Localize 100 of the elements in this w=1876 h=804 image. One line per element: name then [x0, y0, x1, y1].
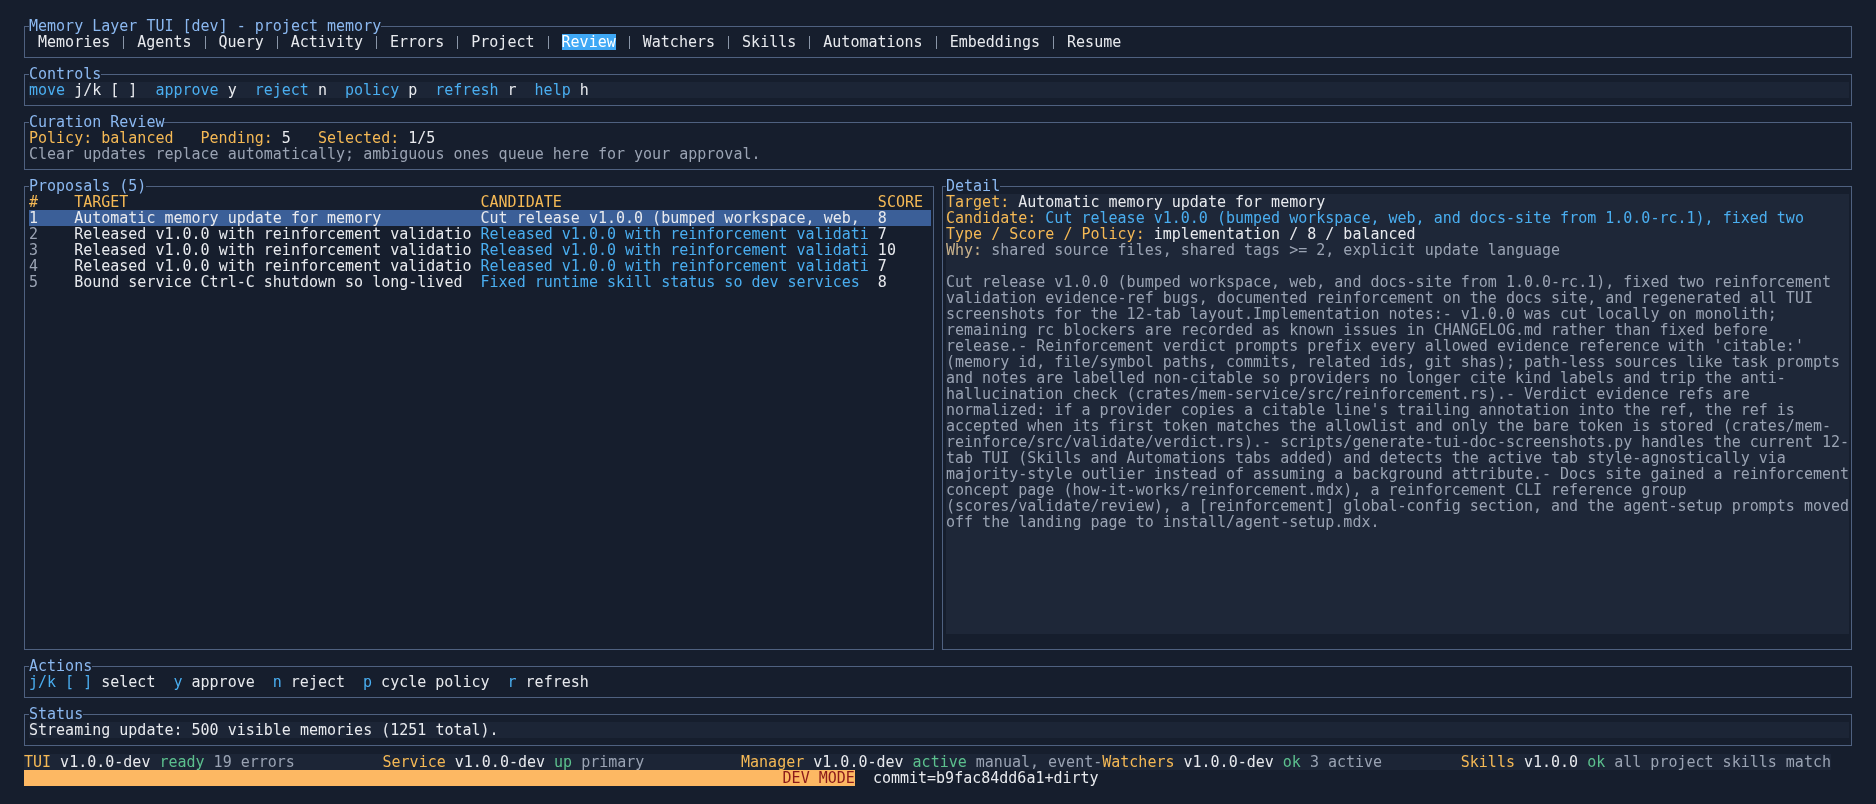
- action-label: approve: [191, 673, 255, 691]
- service-version: v1.0.0-dev: [813, 754, 904, 770]
- commit-text: commit=b9fac84dd6a1+dirty: [872, 770, 1099, 786]
- table-cell-text: Released v1.0.0 with reinforcement validati: [480, 242, 870, 258]
- table-cell-text: Released v1.0.0 with reinforcement validatio: [74, 226, 473, 242]
- service-state: ready: [159, 754, 205, 770]
- tab[interactable]: Activity: [290, 34, 363, 50]
- panel-title: Detail: [946, 179, 1001, 194]
- service-note: manual, event-: [975, 754, 1103, 770]
- service-name: Manager: [741, 754, 805, 770]
- service-name: Watchers: [1102, 754, 1175, 770]
- table-cell-text: 1: [29, 210, 40, 226]
- detail-value: Cut release v1.0.0 (bumped workspace, web, and docs-site from 1.0.0-rc.1), fixed two: [1045, 209, 1804, 227]
- tab[interactable]: Skills: [742, 34, 797, 50]
- panel-title: Controls: [29, 66, 102, 82]
- column-header: TARGET: [74, 194, 129, 210]
- stat-label: Pending:: [200, 129, 273, 147]
- action-key: n: [272, 673, 282, 691]
- panel-title: Curation Review: [29, 114, 165, 130]
- action-key: y: [173, 673, 183, 691]
- proposal-row[interactable]: 4 Released v1.0.0 with reinforcement validatio Released v1.0.0 with reinforcement validati 7: [29, 258, 931, 274]
- table-cell-text: Released v1.0.0 with reinforcement validatio: [74, 258, 473, 274]
- service-version: v1.0.0-dev: [60, 754, 151, 770]
- service-name: TUI: [24, 754, 52, 770]
- table-cell-text: 2: [29, 226, 40, 242]
- table-cell-text: 8: [877, 274, 888, 290]
- control-key: h: [579, 81, 589, 99]
- detail-value: shared source files, shared tags >= 2, explicit update language: [990, 241, 1561, 259]
- stat-value: 1/5: [408, 129, 436, 147]
- table-cell-text: 3: [29, 242, 40, 258]
- control-key: j/k [ ]: [74, 81, 138, 99]
- tab[interactable]: Resume: [1067, 34, 1122, 50]
- table-cell-text: 10: [877, 242, 897, 258]
- table-cell-text: 8: [877, 210, 888, 226]
- service-note: 3 active: [1309, 754, 1383, 770]
- tab[interactable]: Agents: [137, 34, 192, 50]
- detail-label: Target:: [946, 193, 1010, 211]
- proposal-row[interactable]: 2 Released v1.0.0 with reinforcement validatio Released v1.0.0 with reinforcement validati 7: [29, 226, 931, 242]
- tab[interactable]: Embeddings: [949, 34, 1040, 50]
- table-cell-text: 7: [877, 226, 888, 242]
- service-name: Skills: [1460, 754, 1515, 770]
- dev-mode-badge: DEV MODE: [24, 770, 855, 786]
- table-cell-text: Released v1.0.0 with reinforcement validati: [480, 258, 870, 274]
- stat-label: Selected:: [317, 129, 400, 147]
- action-label: select: [101, 673, 156, 691]
- control-action: approve: [155, 81, 219, 99]
- table-cell-text: Fixed runtime skill status so dev services: [480, 274, 861, 290]
- service-version: v1.0.0-dev: [1183, 754, 1274, 770]
- table-cell-text: Bound service Ctrl-C shutdown so long-lived: [74, 274, 464, 290]
- column-header: SCORE: [877, 194, 924, 210]
- proposal-row[interactable]: 1 Automatic memory update for memory Cut release v1.0.0 (bumped workspace, web, 8: [29, 210, 931, 226]
- detail-value: Automatic memory update for memory: [1018, 193, 1326, 211]
- panel-title: Status: [29, 706, 84, 722]
- control-key: r: [507, 81, 517, 99]
- table-cell-text: Released v1.0.0 with reinforcement validati: [480, 226, 870, 242]
- column-header: CANDIDATE: [480, 194, 563, 210]
- stat-label: Policy:: [29, 129, 93, 147]
- table-cell-text: 4: [29, 258, 40, 274]
- control-action: reject: [254, 81, 309, 99]
- proposal-row[interactable]: 3 Released v1.0.0 with reinforcement validatio Released v1.0.0 with reinforcement validati 10: [29, 242, 931, 258]
- action-key: p: [363, 673, 373, 691]
- service-state: ok: [1587, 754, 1606, 770]
- table-cell-text: Cut release v1.0.0 (bumped workspace, web,: [480, 210, 860, 226]
- table-cell-text: Automatic memory update for memory: [74, 210, 383, 226]
- tab[interactable]: Memories: [38, 34, 111, 50]
- service-state: up: [554, 754, 573, 770]
- service-note: primary: [581, 754, 645, 770]
- action-label: cycle policy: [381, 673, 490, 691]
- tab[interactable]: Query: [218, 34, 264, 50]
- table-cell-text: 7: [877, 258, 888, 274]
- detail-label: Candidate:: [946, 209, 1037, 227]
- table-cell-text: Released v1.0.0 with reinforcement validatio: [74, 242, 473, 258]
- service-state: ok: [1282, 754, 1301, 770]
- curation-note: Clear updates replace automatically; ambiguous ones queue here for your approval.: [29, 145, 761, 163]
- detail-description: Cut release v1.0.0 (bumped workspace, web, and docs-site from 1.0.0-rc.1), fixed two reinforcement validation evidence-ref bugs, documented reinforcement on the docs site, and regenerated all TUI screenshots for the 12-tab layout.Implementation notes:- v1.0.0 was cut locally on monolith; remaining rc blockers are recorded as known issues in CHANGELOG.md rather than fixed before release.- Reinforcement verdict prompts prefix every allowed evidence reference with 'citable:' (memory id, file/symbol paths, commits, related ids, git shas); path-less sources like task prompts and notes are labelled non-citable so providers no longer cite kind labels and trip the anti-hallucination check (crates/mem-service/src/reinforcement.rs).- Verdict evidence refs are normalized: if a provider copies a citable line's trailing annotation into the ref, the ref is accepted when its first token matches the allowlist and only the bare token is stored (crates/mem-reinforce/src/validate/verdict.rs).- scripts/generate-tui-doc-screenshots.py handles the current 12-tab TUI (Skills and Automations tabs added) and detects the active tab style-agnostically via majority-style outlier instead of assuming a background attribute.- Docs site gained a reinforcement concept page (how-it-works/reinforcement.mdx), a reinforcement CLI reference group (scores/validate/review), a [reinforcement] global-config section, and the agent-setup prompts moved off the landing page to install/agent-setup.mdx.: [946, 274, 1850, 530]
- stat-value: balanced: [101, 129, 174, 147]
- service-note: all project skills match: [1614, 754, 1831, 770]
- detail-label: Why:: [946, 241, 983, 259]
- control-key: p: [408, 81, 418, 99]
- column-header: #: [29, 194, 39, 210]
- detail-value: implementation / 8 / balanced: [1153, 225, 1416, 243]
- service-version: v1.0.0-dev: [454, 754, 546, 770]
- tab[interactable]: Project: [471, 34, 535, 50]
- tab[interactable]: Errors: [390, 34, 445, 50]
- tab[interactable]: Watchers: [642, 34, 716, 50]
- action-label: refresh: [525, 673, 589, 691]
- control-action: refresh: [435, 81, 499, 99]
- panel-title: Actions: [29, 658, 93, 674]
- action-key: j/k [ ]: [29, 673, 93, 691]
- stat-value: 5: [281, 129, 291, 147]
- service-version: v1.0.0: [1523, 754, 1579, 770]
- panel-title: Proposals (5): [29, 179, 147, 194]
- action-label: reject: [290, 673, 345, 691]
- app-title: Memory Layer TUI [dev] - project memory: [29, 18, 382, 34]
- service-name: Service: [382, 754, 446, 770]
- status-message: Streaming update: 500 visible memories (1251 total).: [29, 721, 499, 739]
- tab[interactable]: Automations: [823, 34, 923, 50]
- service-note: 19 errors: [213, 754, 295, 770]
- control-action: policy: [345, 81, 400, 99]
- proposal-row[interactable]: 5 Bound service Ctrl-C shutdown so long-lived Fixed runtime skill status so dev services 8: [29, 274, 931, 290]
